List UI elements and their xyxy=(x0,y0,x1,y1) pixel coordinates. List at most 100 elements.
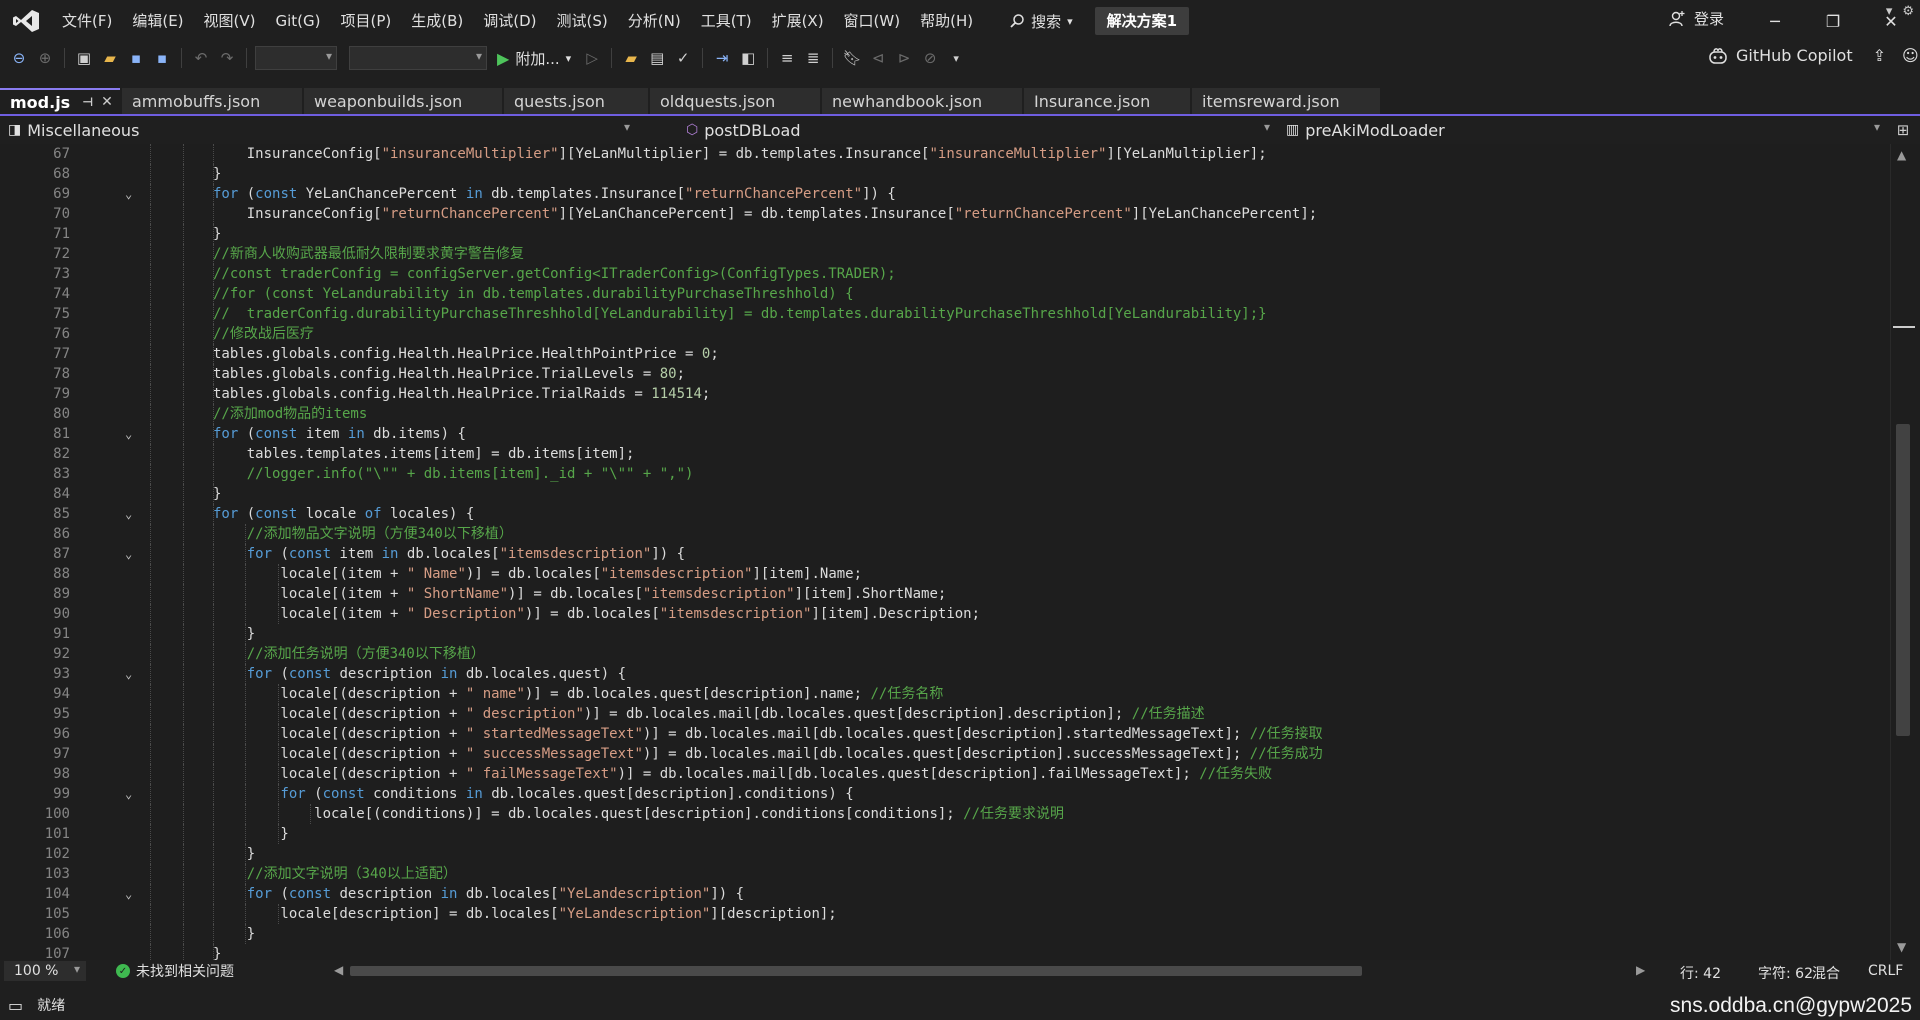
code-line[interactable]: 73 //const traderConfig = configServer.ge… xyxy=(0,264,1888,284)
code-text[interactable]: locale[(description + " description")] =… xyxy=(213,704,1204,724)
code-text[interactable]: locale[(conditions)] = db.locales.quest[… xyxy=(213,804,1064,824)
project-dropdown[interactable]: ◨ Miscellaneous ▾ xyxy=(0,118,638,142)
window-layout-button[interactable]: ▤ xyxy=(646,47,668,69)
code-text[interactable]: locale[(description + " failMessageText"… xyxy=(213,764,1272,784)
whitespace-mode-indicator[interactable]: 混合 xyxy=(1812,963,1840,983)
menu-item[interactable]: 帮助(H) xyxy=(910,6,983,36)
code-text[interactable]: } xyxy=(213,164,221,184)
code-line[interactable]: 75 // traderConfig.durabilityPurchaseThre… xyxy=(0,304,1888,324)
clear-bookmarks-button[interactable]: ⊘ xyxy=(919,47,941,69)
code-text[interactable]: for (const conditions in db.locales.ques… xyxy=(213,784,853,804)
fold-toggle-icon[interactable]: ⌄ xyxy=(125,424,132,444)
code-line[interactable]: 67 InsuranceConfig["insuranceMultiplier"… xyxy=(0,144,1888,164)
code-text[interactable]: tables.globals.config.Health.HealPrice.T… xyxy=(213,364,685,384)
code-text[interactable]: locale[(item + " Name")] = db.locales["i… xyxy=(213,564,862,584)
menu-item[interactable]: 测试(S) xyxy=(547,6,618,36)
code-line[interactable]: 98 locale[(description + " failMessageTe… xyxy=(0,764,1888,784)
horizontal-scroll-thumb[interactable] xyxy=(350,966,1362,976)
code-line[interactable]: 106 } xyxy=(0,924,1888,944)
split-editor-icon[interactable]: ⊞ xyxy=(1888,121,1918,139)
toggle-bookmark-button[interactable]: 🔖︎ xyxy=(841,47,863,69)
code-line[interactable]: 82 tables.templates.items[item] = db.ite… xyxy=(0,444,1888,464)
code-line[interactable]: 96 locale[(description + " startedMessag… xyxy=(0,724,1888,744)
code-line[interactable]: 84} xyxy=(0,484,1888,504)
document-tab[interactable]: itemsreward.json xyxy=(1192,88,1380,114)
code-text[interactable]: locale[(item + " Description")] = db.loc… xyxy=(213,604,980,624)
code-text[interactable]: } xyxy=(213,924,255,944)
scroll-left-icon[interactable]: ◀ xyxy=(334,963,343,977)
code-line[interactable]: 103 //添加文字说明（340以上适配） xyxy=(0,864,1888,884)
save-all-button[interactable]: ▪ xyxy=(151,47,173,69)
code-text[interactable]: tables.templates.items[item] = db.items[… xyxy=(213,444,635,464)
search-box[interactable]: 搜索 ▾ xyxy=(999,7,1083,35)
step-into-button[interactable]: ⇥ xyxy=(711,47,733,69)
tab-list-dropdown-icon[interactable]: ▾ xyxy=(1886,4,1893,19)
code-line[interactable]: 76 //修改战后医疗 xyxy=(0,324,1888,344)
code-text[interactable]: locale[description] = db.locales["YeLand… xyxy=(213,904,836,924)
code-text[interactable]: for (const item in db.items) { xyxy=(213,424,466,444)
code-line[interactable]: 104 ⌄ for (const description in db.locale… xyxy=(0,884,1888,904)
solution-platform-dropdown[interactable] xyxy=(349,46,487,70)
fold-toggle-icon[interactable]: ⌄ xyxy=(125,544,132,564)
code-line[interactable]: 72 //新商人收购武器最低耐久限制要求黄字警告修复 xyxy=(0,244,1888,264)
code-line[interactable]: 78 tables.globals.config.Health.HealPrice… xyxy=(0,364,1888,384)
fold-toggle-icon[interactable]: ⌄ xyxy=(125,784,132,804)
compare-button[interactable]: ◧ xyxy=(737,47,759,69)
menu-item[interactable]: 视图(V) xyxy=(194,6,266,36)
code-text[interactable]: } xyxy=(213,944,221,960)
document-tab[interactable]: newhandbook.json xyxy=(822,88,1022,114)
restore-button[interactable]: ❐ xyxy=(1804,0,1862,42)
browse-folder-button[interactable]: ▰ xyxy=(620,47,642,69)
code-text[interactable]: locale[(description + " name")] = db.loc… xyxy=(213,684,943,704)
code-text[interactable]: tables.globals.config.Health.HealPrice.H… xyxy=(213,344,719,364)
code-line[interactable]: 70 InsuranceConfig["returnChancePercent"… xyxy=(0,204,1888,224)
code-line[interactable]: 74 //for (const YeLandurability in db.tem… xyxy=(0,284,1888,304)
code-text[interactable]: } xyxy=(213,624,255,644)
code-line[interactable]: 79 tables.globals.config.Health.HealPrice… xyxy=(0,384,1888,404)
scope-dropdown[interactable]: ▥ preAkiModLoader ▾ xyxy=(1278,118,1888,142)
code-text[interactable]: for (const description in db.locales["Ye… xyxy=(213,884,744,904)
pin-tab-icon[interactable]: ⊣ xyxy=(82,95,93,109)
code-text[interactable]: //添加物品文字说明（方便340以下移植） xyxy=(213,524,513,544)
menu-item[interactable]: 窗口(W) xyxy=(834,6,911,36)
member-dropdown[interactable]: ⬡ postDBLoad ▾ xyxy=(678,118,1278,142)
code-text[interactable]: tables.globals.config.Health.HealPrice.T… xyxy=(213,384,710,404)
code-line[interactable]: 91 } xyxy=(0,624,1888,644)
document-tab[interactable]: weaponbuilds.json xyxy=(304,88,502,114)
menu-item[interactable]: 生成(B) xyxy=(401,6,473,36)
close-tab-icon[interactable]: ✕ xyxy=(101,94,113,110)
fold-toggle-icon[interactable]: ⌄ xyxy=(125,664,132,684)
code-text[interactable]: for (const locale of locales) { xyxy=(213,504,474,524)
code-text[interactable]: //for (const YeLandurability in db.templ… xyxy=(213,284,854,304)
output-panel-icon[interactable]: ▭ xyxy=(8,996,23,1015)
code-line[interactable]: 102 } xyxy=(0,844,1888,864)
code-text[interactable]: for (const description in db.locales.que… xyxy=(213,664,626,684)
code-line[interactable]: 99 ⌄ for (const conditions in db.locales.… xyxy=(0,784,1888,804)
attach-debugger-button[interactable]: ▶ 附加... ▾ xyxy=(491,48,577,69)
settings-gear-icon[interactable]: ⚙ xyxy=(1902,4,1914,19)
toolbar-overflow-button[interactable]: ▾ xyxy=(945,47,967,69)
code-text[interactable]: InsuranceConfig["returnChancePercent"][Y… xyxy=(213,204,1318,224)
scroll-up-icon[interactable]: ▲ xyxy=(1897,148,1906,162)
code-line[interactable]: 89 locale[(item + " ShortName")] = db.lo… xyxy=(0,584,1888,604)
code-text[interactable]: //添加任务说明（方便340以下移植） xyxy=(213,644,485,664)
code-line[interactable]: 90 locale[(item + " Description")] = db.… xyxy=(0,604,1888,624)
code-line[interactable]: 71} xyxy=(0,224,1888,244)
code-text[interactable]: //const traderConfig = configServer.getC… xyxy=(213,264,896,284)
code-line[interactable]: 83 //logger.info("\"" + db.items[item]._… xyxy=(0,464,1888,484)
uncomment-lines-button[interactable]: ≣ xyxy=(802,47,824,69)
code-editor[interactable]: 67 InsuranceConfig["insuranceMultiplier"… xyxy=(0,144,1920,960)
code-line[interactable]: 95 locale[(description + " description")… xyxy=(0,704,1888,724)
save-button[interactable]: ▪ xyxy=(125,47,147,69)
redo-button[interactable]: ↷ xyxy=(216,47,238,69)
line-indicator[interactable]: 行: 42 xyxy=(1680,963,1721,983)
code-line[interactable]: 68} xyxy=(0,164,1888,184)
code-text[interactable]: InsuranceConfig["insuranceMultiplier"][Y… xyxy=(213,144,1267,164)
fold-toggle-icon[interactable]: ⌄ xyxy=(125,184,132,204)
document-tab[interactable]: mod.js ⊣ ✕ xyxy=(0,88,120,114)
code-line[interactable]: 87 ⌄ for (const item in db.locales["items… xyxy=(0,544,1888,564)
scroll-right-icon[interactable]: ▶ xyxy=(1636,963,1645,977)
code-line[interactable]: 93 ⌄ for (const description in db.locales… xyxy=(0,664,1888,684)
solution-configuration-dropdown[interactable] xyxy=(255,46,337,70)
navigate-back-button[interactable]: ⊖ xyxy=(8,47,30,69)
